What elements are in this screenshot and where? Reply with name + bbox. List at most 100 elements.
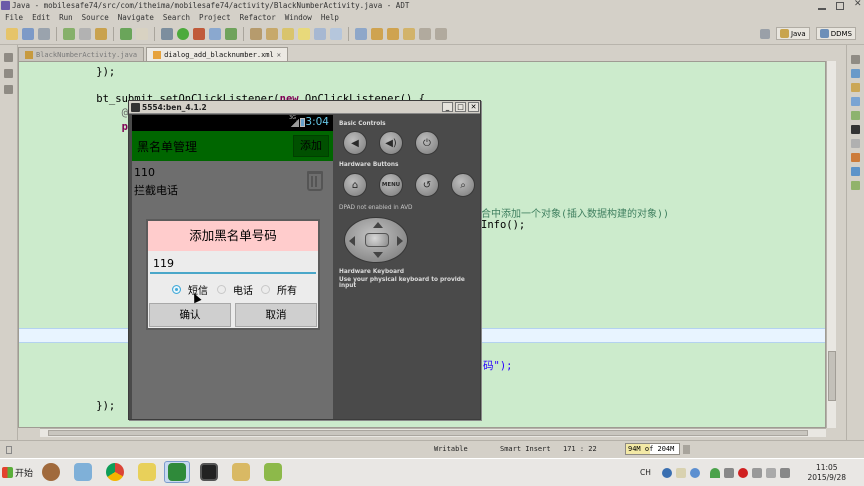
toggle-mark-icon[interactable] bbox=[298, 28, 310, 40]
taskbar-explorer[interactable] bbox=[228, 461, 254, 483]
add-button[interactable]: 添加 bbox=[293, 135, 329, 157]
perspective-java[interactable]: Java bbox=[775, 27, 810, 40]
input-language[interactable]: CH bbox=[640, 468, 651, 477]
dpad-up-icon[interactable] bbox=[373, 222, 383, 228]
security-icon[interactable] bbox=[752, 468, 762, 478]
wifi-icon[interactable] bbox=[710, 468, 720, 478]
vertical-scrollbar[interactable] bbox=[826, 61, 836, 428]
heap-status[interactable]: 94M of 204M bbox=[625, 443, 680, 455]
taskbar-notes-app[interactable] bbox=[134, 461, 160, 483]
menu-refactor[interactable]: Refactor bbox=[240, 11, 276, 24]
dpad-center-button[interactable] bbox=[365, 233, 389, 247]
phone-screen[interactable]: 3G 3:04 黑名单管理 添加 110 拦截电话 添加黑名单号码 119 短信 bbox=[132, 115, 333, 419]
perspective-ddms[interactable]: DDMS bbox=[815, 27, 856, 40]
record-icon[interactable] bbox=[738, 468, 748, 478]
emulator-maximize-icon[interactable]: □ bbox=[455, 102, 466, 112]
menu-edit[interactable]: Edit bbox=[32, 11, 50, 24]
declaration-view-icon[interactable] bbox=[851, 167, 860, 176]
keyboard-icon[interactable] bbox=[676, 468, 686, 478]
open-perspective-icon[interactable] bbox=[759, 28, 770, 39]
run-check-icon[interactable] bbox=[120, 28, 132, 40]
ime-icon[interactable] bbox=[662, 468, 672, 478]
tab-dialog-add-blacknumber[interactable]: dialog_add_blacknumber.xml ✕ bbox=[146, 47, 288, 61]
tasks-view-icon[interactable] bbox=[851, 69, 860, 78]
minimize-icon[interactable] bbox=[818, 2, 826, 10]
volume-down-icon[interactable]: ◀ bbox=[343, 131, 367, 155]
dpad[interactable] bbox=[344, 217, 408, 263]
debug-icon[interactable] bbox=[161, 28, 173, 40]
emulator-close-icon[interactable]: ✕ bbox=[468, 102, 479, 112]
cancel-button[interactable]: 取消 bbox=[235, 303, 317, 327]
back-icon[interactable] bbox=[419, 28, 431, 40]
android-sdk-icon[interactable] bbox=[63, 28, 75, 40]
blacklist-item[interactable]: 110 拦截电话 bbox=[132, 161, 333, 201]
show-hidden-icon[interactable] bbox=[724, 468, 734, 478]
network-icon[interactable] bbox=[766, 468, 776, 478]
run-icon[interactable] bbox=[177, 28, 189, 40]
search-icon[interactable]: ⌕ bbox=[451, 173, 475, 197]
search-view-icon[interactable] bbox=[851, 181, 860, 190]
pin-icon[interactable] bbox=[355, 28, 367, 40]
taskbar-settings-app[interactable] bbox=[260, 461, 286, 483]
volume-up-icon[interactable]: ◀) bbox=[379, 131, 403, 155]
menu-search[interactable]: Search bbox=[163, 11, 190, 24]
close-tab-icon[interactable]: ✕ bbox=[277, 51, 281, 59]
console-view-icon[interactable] bbox=[851, 125, 860, 134]
menu-file[interactable]: File bbox=[5, 11, 23, 24]
taskbar-adt[interactable] bbox=[164, 461, 190, 483]
volume-icon[interactable] bbox=[780, 468, 790, 478]
restore-icon[interactable] bbox=[851, 55, 860, 64]
taskbar-chrome[interactable] bbox=[102, 461, 128, 483]
taskbar-user-app[interactable] bbox=[38, 461, 64, 483]
save-icon[interactable] bbox=[22, 28, 34, 40]
emulator-minimize-icon[interactable]: _ bbox=[442, 102, 453, 112]
maximize-icon[interactable] bbox=[836, 1, 844, 10]
menu-run[interactable]: Run bbox=[59, 11, 73, 24]
avd-manager-icon[interactable] bbox=[79, 28, 91, 40]
restore-icon[interactable] bbox=[4, 53, 13, 62]
highlight-icon[interactable] bbox=[282, 28, 294, 40]
tab-blacknumber-activity[interactable]: BlackNumberActivity.java bbox=[18, 47, 145, 61]
scroll-thumb[interactable] bbox=[828, 351, 836, 401]
phone-number-input[interactable]: 119 bbox=[150, 256, 316, 274]
logcat-view-icon[interactable] bbox=[851, 139, 860, 148]
menu-window[interactable]: Window bbox=[285, 11, 312, 24]
next-annotation-icon[interactable] bbox=[371, 28, 383, 40]
devices-view-icon[interactable] bbox=[851, 153, 860, 162]
problems-view-icon[interactable] bbox=[851, 97, 860, 106]
horizontal-scrollbar[interactable] bbox=[40, 428, 826, 437]
power-icon[interactable]: ⏻ bbox=[415, 131, 439, 155]
menu-navigate[interactable]: Navigate bbox=[118, 11, 154, 24]
open-type-icon[interactable] bbox=[136, 28, 148, 40]
show-whitespace-icon[interactable] bbox=[330, 28, 342, 40]
menu-source[interactable]: Source bbox=[82, 11, 109, 24]
delete-icon[interactable] bbox=[307, 171, 323, 191]
home-icon[interactable]: ⌂ bbox=[343, 173, 367, 197]
fast-view-icon[interactable] bbox=[6, 446, 12, 454]
javadoc-view-icon[interactable] bbox=[851, 111, 860, 120]
taskbar-terminal[interactable] bbox=[196, 461, 222, 483]
print-icon[interactable] bbox=[38, 28, 50, 40]
dpad-left-icon[interactable] bbox=[349, 236, 355, 246]
menu-help[interactable]: Help bbox=[321, 11, 339, 24]
garbage-collect-icon[interactable] bbox=[683, 445, 690, 454]
dpad-right-icon[interactable] bbox=[397, 236, 403, 246]
external-tools-icon[interactable] bbox=[193, 28, 205, 40]
menu-button[interactable]: MENU bbox=[379, 173, 403, 197]
radio-phone[interactable]: 电话 bbox=[217, 282, 253, 297]
dpad-down-icon[interactable] bbox=[373, 252, 383, 258]
last-edit-icon[interactable] bbox=[403, 28, 415, 40]
new-icon[interactable] bbox=[6, 28, 18, 40]
forward-icon[interactable] bbox=[435, 28, 447, 40]
lint-icon[interactable] bbox=[95, 28, 107, 40]
start-button[interactable]: 开始 bbox=[2, 461, 33, 483]
menu-project[interactable]: Project bbox=[199, 11, 231, 24]
back-icon[interactable]: ↺ bbox=[415, 173, 439, 197]
outline-icon[interactable] bbox=[4, 85, 13, 94]
new-java-project-icon[interactable] bbox=[209, 28, 221, 40]
package-explorer-icon[interactable] bbox=[4, 69, 13, 78]
radio-all[interactable]: 所有 bbox=[261, 282, 297, 297]
block-selection-icon[interactable] bbox=[314, 28, 326, 40]
new-package-icon[interactable] bbox=[225, 28, 237, 40]
close-icon[interactable] bbox=[854, 0, 862, 10]
